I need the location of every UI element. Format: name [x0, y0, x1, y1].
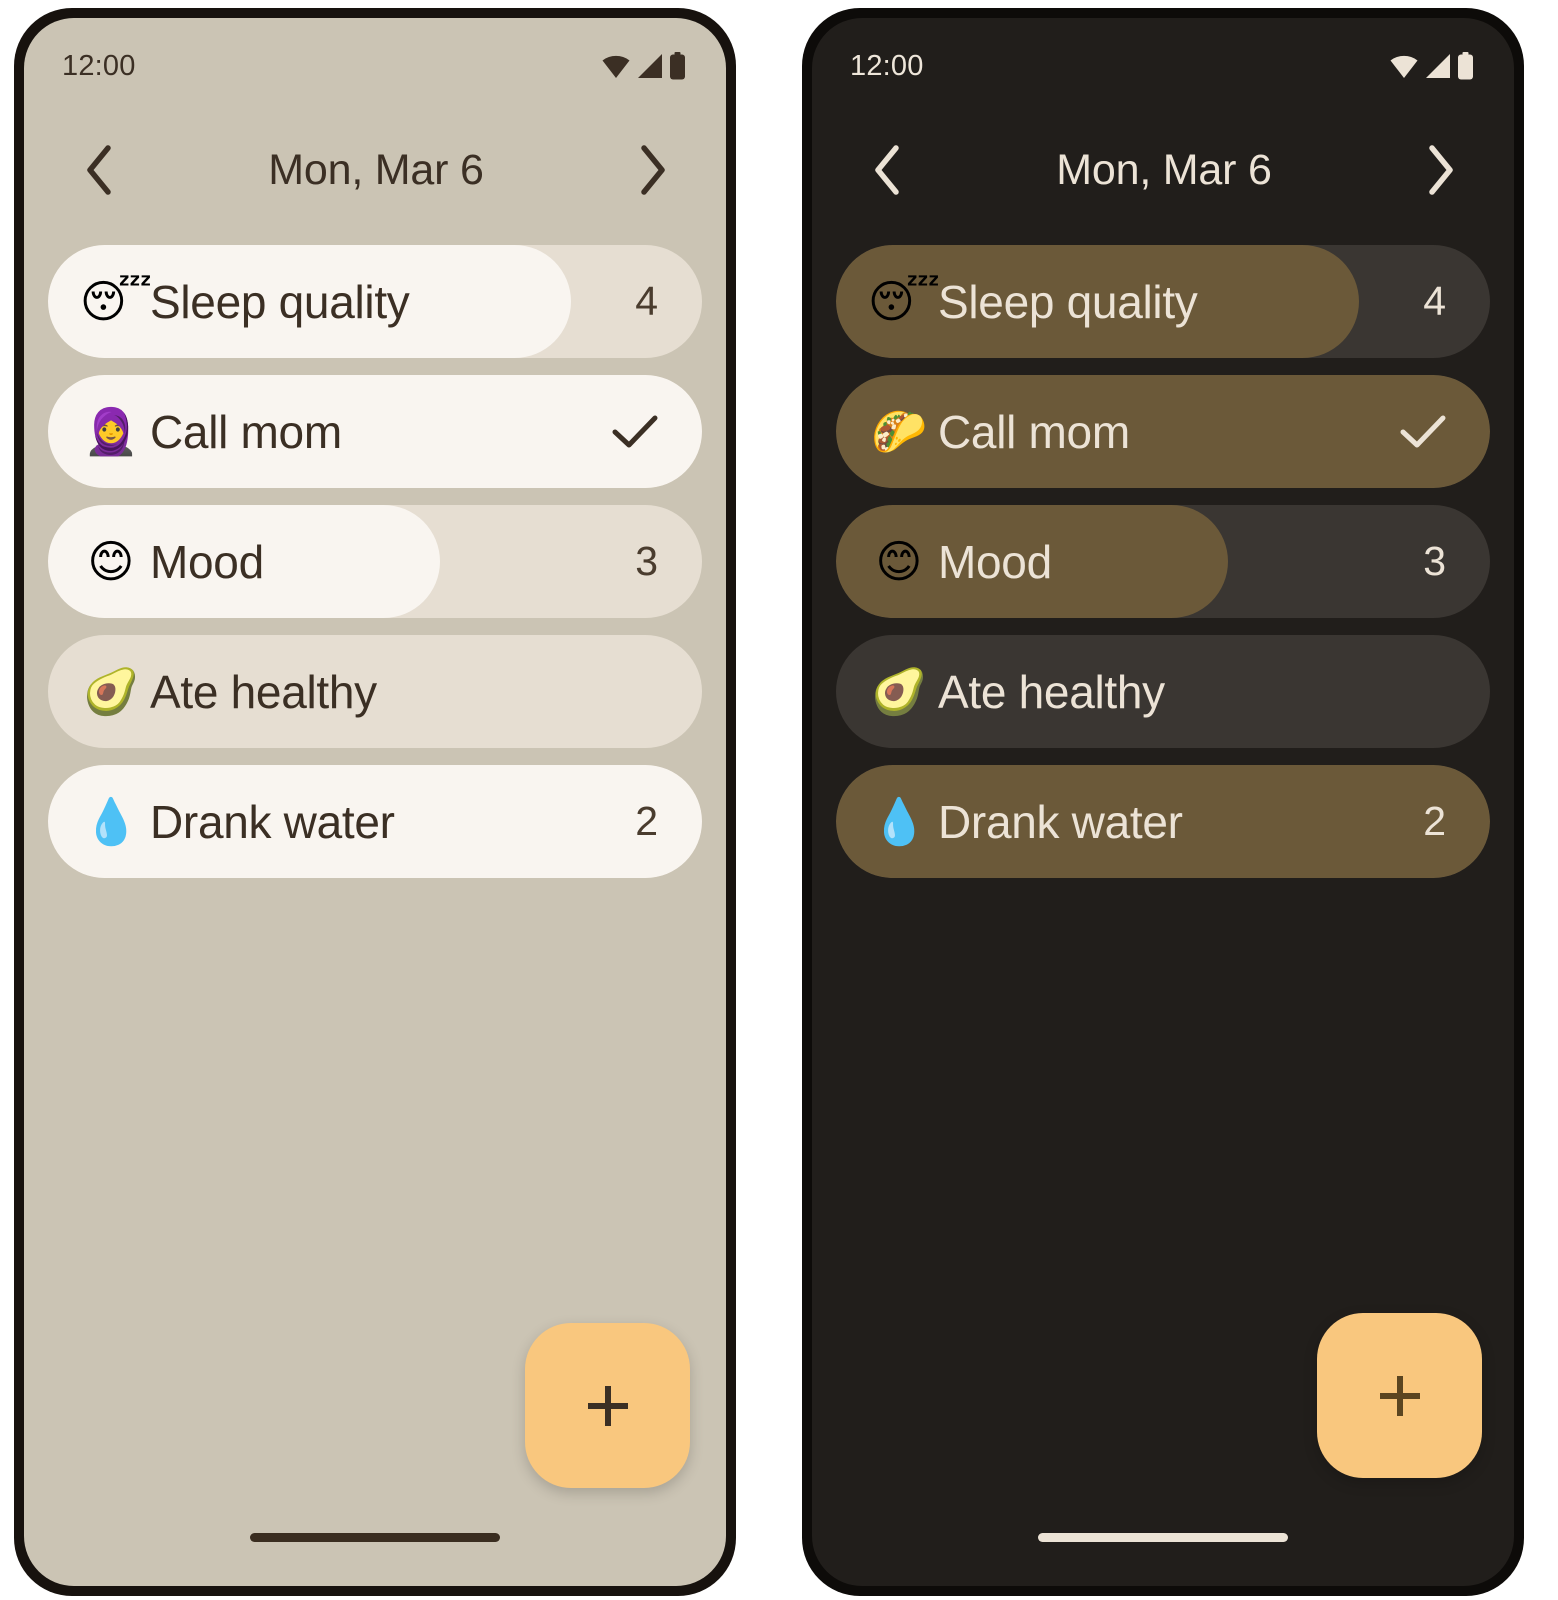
chevron-right-icon — [1424, 145, 1458, 195]
status-bar-icons — [601, 52, 686, 80]
cellular-signal-icon — [636, 53, 664, 79]
next-day-button[interactable] — [626, 143, 680, 197]
habit-label: Ate healthy — [938, 665, 1165, 718]
screen-dark: 12:00 Mon, Mar 6 😴 Sleep quality 4 🌮 Cal… — [812, 18, 1514, 1586]
habit-row-content: 🥑 Ate healthy — [836, 635, 1490, 748]
sleeping-face-emoji: 😴 — [80, 275, 153, 328]
phone-light-theme: 12:00 Mon, Mar 6 😴 Sleep quality 4 🧕 Cal… — [14, 8, 736, 1596]
habit-value: 2 — [635, 798, 658, 844]
next-day-button[interactable] — [1414, 143, 1468, 197]
habit-row-content: 💧 Drank water 2 — [48, 765, 702, 878]
screen-light: 12:00 Mon, Mar 6 😴 Sleep quality 4 🧕 Cal… — [24, 18, 726, 1586]
plus-icon — [1372, 1368, 1428, 1424]
chevron-left-icon — [82, 145, 116, 195]
add-habit-button[interactable] — [1317, 1313, 1482, 1478]
chevron-left-icon — [870, 145, 904, 195]
habit-label: Call mom — [150, 405, 342, 458]
habit-row-content: 😊 Mood 3 — [48, 505, 702, 618]
habit-label: Drank water — [150, 795, 395, 848]
smiling-face-emoji: 😊 — [87, 535, 135, 588]
habit-row-content: 💧 Drank water 2 — [836, 765, 1490, 878]
habit-row[interactable]: 💧 Drank water 2 — [48, 765, 702, 878]
status-bar: 12:00 — [24, 18, 726, 114]
date-navigation-bar: Mon, Mar 6 — [24, 114, 726, 226]
habit-label: Sleep quality — [938, 275, 1198, 328]
status-bar-icons — [1389, 52, 1474, 80]
status-bar-clock: 12:00 — [62, 49, 136, 82]
habit-value: 2 — [1423, 798, 1446, 844]
habit-label: Drank water — [938, 795, 1183, 848]
cellular-signal-icon — [1424, 53, 1452, 79]
woman-with-headscarf-emoji: 🧕 — [82, 405, 140, 458]
date-navigation-bar: Mon, Mar 6 — [812, 114, 1514, 226]
habit-row-content: 🥑 Ate healthy — [48, 635, 702, 748]
habit-row[interactable]: 🥑 Ate healthy — [48, 635, 702, 748]
wifi-icon — [1389, 53, 1419, 79]
habit-label: Ate healthy — [150, 665, 377, 718]
habit-row-content: 🧕 Call mom — [48, 375, 702, 488]
habit-value: 3 — [1423, 538, 1446, 584]
current-date-title: Mon, Mar 6 — [1056, 145, 1272, 194]
avocado-emoji: 🥑 — [82, 665, 140, 718]
habit-row-content: 😊 Mood 3 — [836, 505, 1490, 618]
habit-label: Mood — [938, 535, 1052, 588]
sleeping-face-emoji: 😴 — [868, 275, 941, 328]
habit-label: Mood — [150, 535, 264, 588]
habit-check-icon — [1400, 409, 1446, 455]
status-bar-clock: 12:00 — [850, 49, 924, 82]
phone-dark-theme: 12:00 Mon, Mar 6 😴 Sleep quality 4 🌮 Cal… — [802, 8, 1524, 1596]
previous-day-button[interactable] — [860, 143, 914, 197]
habit-row[interactable]: 😴 Sleep quality 4 — [836, 245, 1490, 358]
droplet-emoji: 💧 — [870, 795, 928, 848]
status-bar: 12:00 — [812, 18, 1514, 114]
habit-row[interactable]: 😊 Mood 3 — [836, 505, 1490, 618]
habit-row[interactable]: 😴 Sleep quality 4 — [48, 245, 702, 358]
habit-row[interactable]: 🌮 Call mom — [836, 375, 1490, 488]
smiling-face-emoji: 😊 — [875, 535, 923, 588]
home-indicator — [1038, 1533, 1288, 1542]
habit-row[interactable]: 💧 Drank water 2 — [836, 765, 1490, 878]
previous-day-button[interactable] — [72, 143, 126, 197]
plus-icon — [580, 1378, 636, 1434]
dual-phone-comparison: 12:00 Mon, Mar 6 😴 Sleep quality 4 🧕 Cal… — [0, 0, 1558, 1600]
habit-value: 3 — [635, 538, 658, 584]
habit-row-content: 🌮 Call mom — [836, 375, 1490, 488]
habit-value: 4 — [1423, 278, 1446, 324]
habit-label: Sleep quality — [150, 275, 410, 328]
droplet-emoji: 💧 — [82, 795, 140, 848]
chevron-right-icon — [636, 145, 670, 195]
avocado-emoji: 🥑 — [870, 665, 928, 718]
home-indicator — [250, 1533, 500, 1542]
battery-icon — [1457, 52, 1474, 80]
habit-value: 4 — [635, 278, 658, 324]
taco-emoji: 🌮 — [870, 405, 928, 458]
habit-check-icon — [612, 409, 658, 455]
habit-row[interactable]: 🥑 Ate healthy — [836, 635, 1490, 748]
habit-label: Call mom — [938, 405, 1130, 458]
add-habit-button[interactable] — [525, 1323, 690, 1488]
habit-row[interactable]: 😊 Mood 3 — [48, 505, 702, 618]
habit-row[interactable]: 🧕 Call mom — [48, 375, 702, 488]
battery-icon — [669, 52, 686, 80]
current-date-title: Mon, Mar 6 — [268, 145, 484, 194]
habit-row-content: 😴 Sleep quality 4 — [48, 245, 702, 358]
habit-row-content: 😴 Sleep quality 4 — [836, 245, 1490, 358]
wifi-icon — [601, 53, 631, 79]
